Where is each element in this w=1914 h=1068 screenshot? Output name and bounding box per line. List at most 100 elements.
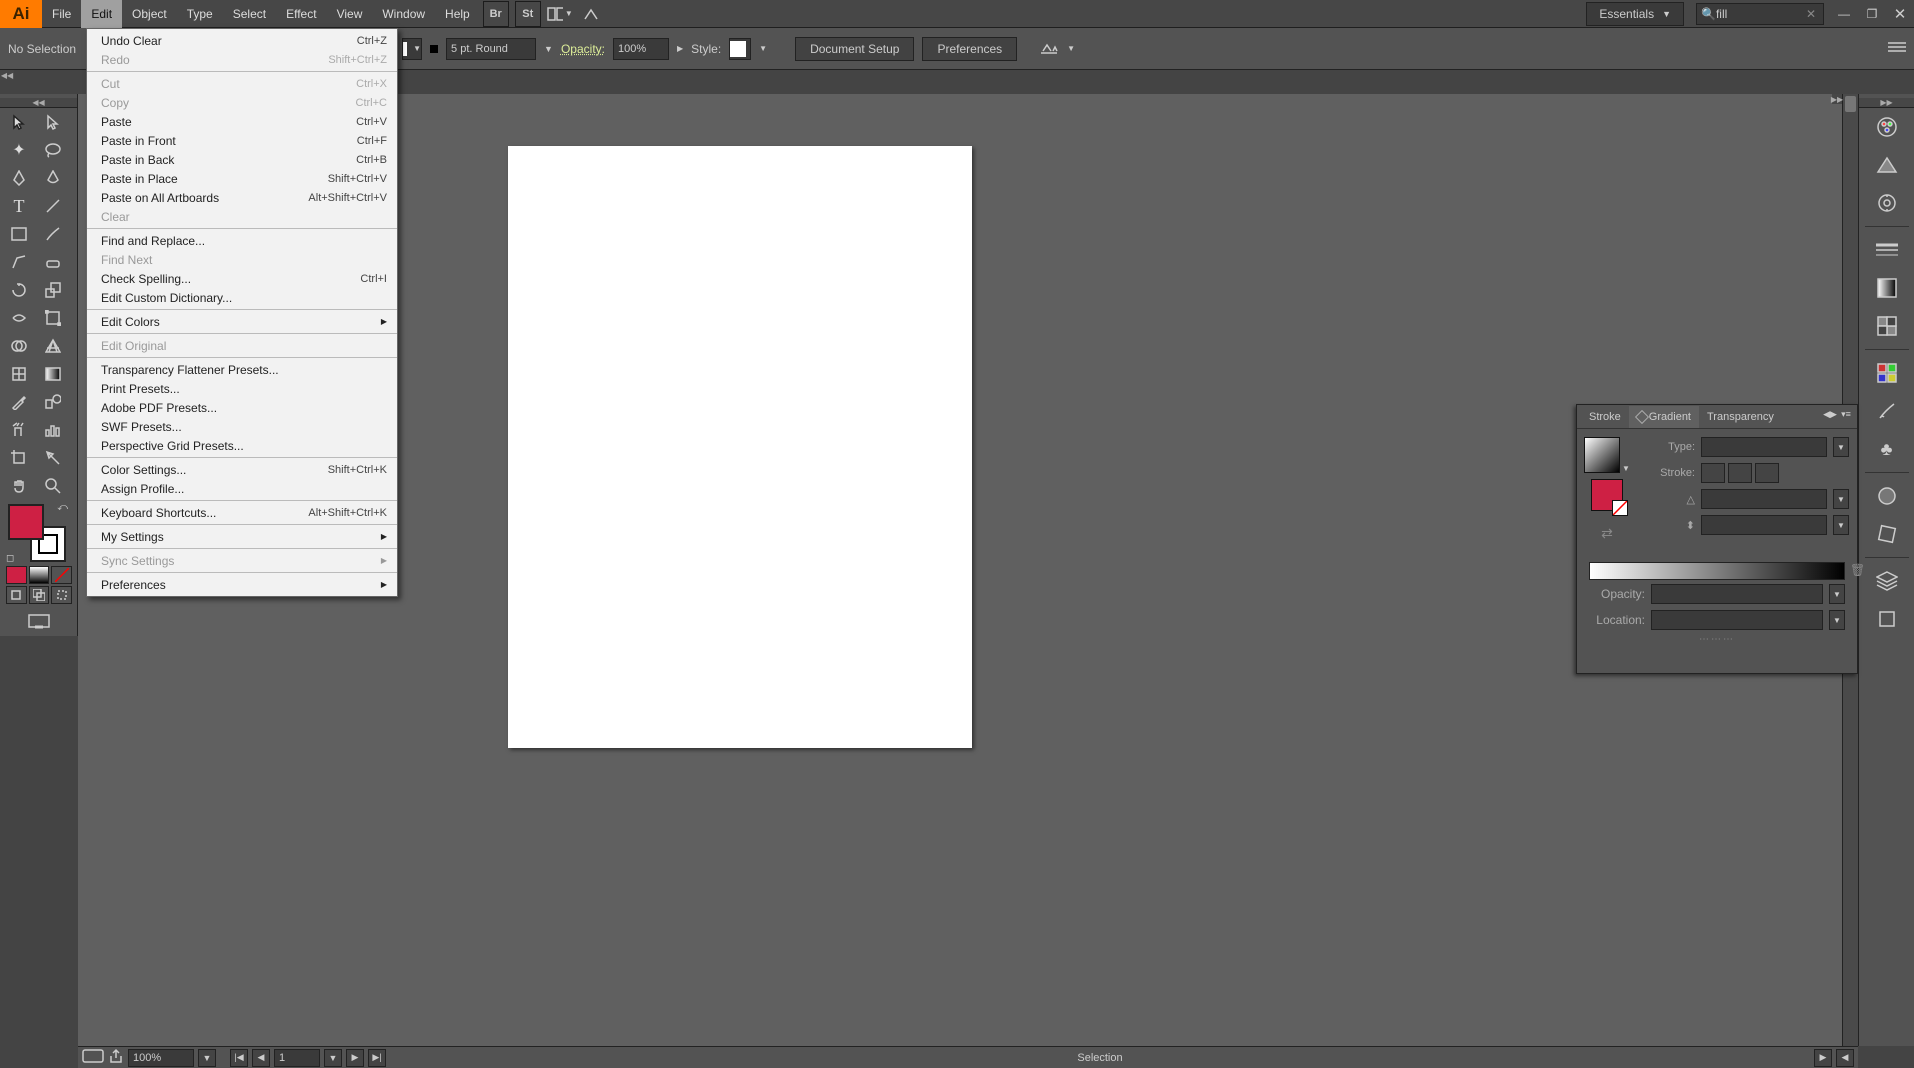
gpu-status-icon[interactable] <box>82 1049 104 1066</box>
gradient-tool[interactable] <box>36 360 70 388</box>
color-themes-panel-icon[interactable] <box>1867 185 1907 221</box>
edit-transparency-flattener-presets-[interactable]: Transparency Flattener Presets... <box>87 360 397 379</box>
aspect-dropdown[interactable]: ▼ <box>1833 515 1849 535</box>
prev-artboard-icon[interactable]: ◀ <box>252 1049 270 1067</box>
stop-location-dropdown[interactable]: ▼ <box>1829 610 1845 630</box>
search-box[interactable]: 🔍 ✕ <box>1696 3 1824 25</box>
stop-opacity-input[interactable] <box>1651 584 1823 604</box>
edit-keyboard-shortcuts-[interactable]: Keyboard Shortcuts...Alt+Shift+Ctrl+K <box>87 503 397 522</box>
symbol-sprayer-tool[interactable] <box>2 416 36 444</box>
panel-menu-icon[interactable]: ▾≡ <box>1839 407 1853 421</box>
share-icon[interactable] <box>108 1048 124 1067</box>
type-tool[interactable]: T <box>2 192 36 220</box>
zoom-tool[interactable] <box>36 472 70 500</box>
fill-color-picker[interactable]: ▼ <box>402 38 422 60</box>
none-mode[interactable] <box>51 566 72 584</box>
angle-input[interactable] <box>1701 489 1827 509</box>
stroke-within[interactable] <box>1701 463 1725 483</box>
fill-stroke-color[interactable]: ⤺ ◻ <box>8 504 66 562</box>
gradient-panel-icon[interactable] <box>1867 270 1907 306</box>
edit-edit-custom-dictionary-[interactable]: Edit Custom Dictionary... <box>87 288 397 307</box>
edit-undo-clear[interactable]: Undo ClearCtrl+Z <box>87 31 397 50</box>
last-artboard-icon[interactable]: ▶| <box>368 1049 386 1067</box>
hscroll-left[interactable]: ◀ <box>1836 1049 1854 1067</box>
reverse-grad-icon[interactable]: ⇄ <box>1601 525 1613 542</box>
stroke-panel-icon[interactable] <box>1867 232 1907 268</box>
gradient-slider[interactable]: 🗑 <box>1589 562 1845 580</box>
shape-builder-tool[interactable] <box>2 332 36 360</box>
rotate-tool[interactable] <box>2 276 36 304</box>
stroke-profile-dropdown[interactable]: ▼ <box>544 44 553 54</box>
style-dropdown[interactable]: ▼ <box>759 44 767 53</box>
edit-paste-in-back[interactable]: Paste in BackCtrl+B <box>87 150 397 169</box>
magic-wand-tool[interactable]: ✦ <box>2 136 36 164</box>
tools-collapse-icon[interactable]: ◀◀ <box>0 98 77 108</box>
gpu-icon[interactable] <box>579 1 605 27</box>
panel-grip[interactable]: ⋯⋯⋯ <box>1577 634 1857 640</box>
opacity-input[interactable]: 100% <box>613 38 669 60</box>
menu-file[interactable]: File <box>42 0 81 28</box>
stroke-along[interactable] <box>1728 463 1752 483</box>
edit-check-spelling-[interactable]: Check Spelling...Ctrl+I <box>87 269 397 288</box>
edit-paste[interactable]: PasteCtrl+V <box>87 112 397 131</box>
column-graph-tool[interactable] <box>36 416 70 444</box>
screen-mode[interactable] <box>17 608 61 636</box>
edit-color-settings-[interactable]: Color Settings...Shift+Ctrl+K <box>87 460 397 479</box>
menu-type[interactable]: Type <box>177 0 223 28</box>
perspective-grid-tool[interactable] <box>36 332 70 360</box>
gradient-menu-icon[interactable]: ▼ <box>1622 464 1630 473</box>
menu-edit[interactable]: Edit <box>81 0 122 28</box>
shaper-tool[interactable] <box>2 248 36 276</box>
control-panel-menu-icon[interactable] <box>1888 41 1906 56</box>
artboards-panel-icon[interactable] <box>1867 601 1907 637</box>
opacity-dropdown[interactable]: ▶ <box>677 44 683 53</box>
doc-collapse-icon[interactable]: ◀◀ <box>0 70 14 80</box>
edit-print-presets-[interactable]: Print Presets... <box>87 379 397 398</box>
hand-tool[interactable] <box>2 472 36 500</box>
symbols-panel-icon[interactable]: ♣ <box>1867 431 1907 467</box>
transparency-panel-icon[interactable] <box>1867 308 1907 344</box>
brushes-panel-icon[interactable] <box>1867 393 1907 429</box>
stock-icon[interactable]: St <box>515 1 541 27</box>
width-tool[interactable] <box>2 304 36 332</box>
align-dropdown[interactable]: ▼ <box>1067 44 1075 53</box>
menu-view[interactable]: View <box>327 0 373 28</box>
artboard-dropdown[interactable]: ▼ <box>324 1049 342 1067</box>
search-input[interactable] <box>1716 7 1806 21</box>
free-transform-tool[interactable] <box>36 304 70 332</box>
menu-effect[interactable]: Effect <box>276 0 326 28</box>
arrange-docs-icon[interactable]: ▼ <box>547 1 573 27</box>
workspace-switcher[interactable]: Essentials▼ <box>1586 2 1684 26</box>
panel-collapse-icon[interactable]: ▶▶ <box>1832 94 1842 104</box>
edit-adobe-pdf-presets-[interactable]: Adobe PDF Presets... <box>87 398 397 417</box>
edit-find-and-replace-[interactable]: Find and Replace... <box>87 231 397 250</box>
edit-swf-presets-[interactable]: SWF Presets... <box>87 417 397 436</box>
line-tool[interactable] <box>36 192 70 220</box>
status-menu-icon[interactable]: ▶ <box>1814 1049 1832 1067</box>
dock-collapse-icon[interactable]: ▶▶ <box>1859 98 1914 108</box>
appearance-panel-icon[interactable] <box>1867 478 1907 514</box>
paintbrush-tool[interactable] <box>36 220 70 248</box>
edit-perspective-grid-presets-[interactable]: Perspective Grid Presets... <box>87 436 397 455</box>
edit-paste-in-front[interactable]: Paste in FrontCtrl+F <box>87 131 397 150</box>
curvature-tool[interactable] <box>36 164 70 192</box>
eraser-tool[interactable] <box>36 248 70 276</box>
scale-tool[interactable] <box>36 276 70 304</box>
stroke-profile-select[interactable]: 5 pt. Round <box>446 38 536 60</box>
rectangle-tool[interactable] <box>2 220 36 248</box>
document-setup-button[interactable]: Document Setup <box>795 37 914 61</box>
artboard-nav-input[interactable]: 1 <box>274 1049 320 1067</box>
pen-tool[interactable] <box>2 164 36 192</box>
angle-dropdown[interactable]: ▼ <box>1833 489 1849 509</box>
minimize-icon[interactable]: — <box>1830 0 1858 28</box>
edit-paste-on-all-artboards[interactable]: Paste on All ArtboardsAlt+Shift+Ctrl+V <box>87 188 397 207</box>
preferences-button[interactable]: Preferences <box>922 37 1017 61</box>
stop-opacity-dropdown[interactable]: ▼ <box>1829 584 1845 604</box>
panel-collapse[interactable]: ◀▶ <box>1823 407 1837 421</box>
color-mode[interactable] <box>6 566 27 584</box>
zoom-input[interactable]: 100% <box>128 1049 194 1067</box>
align-icon[interactable] <box>1039 39 1059 58</box>
first-artboard-icon[interactable]: |◀ <box>230 1049 248 1067</box>
graphic-styles-panel-icon[interactable] <box>1867 516 1907 552</box>
menu-help[interactable]: Help <box>435 0 480 28</box>
